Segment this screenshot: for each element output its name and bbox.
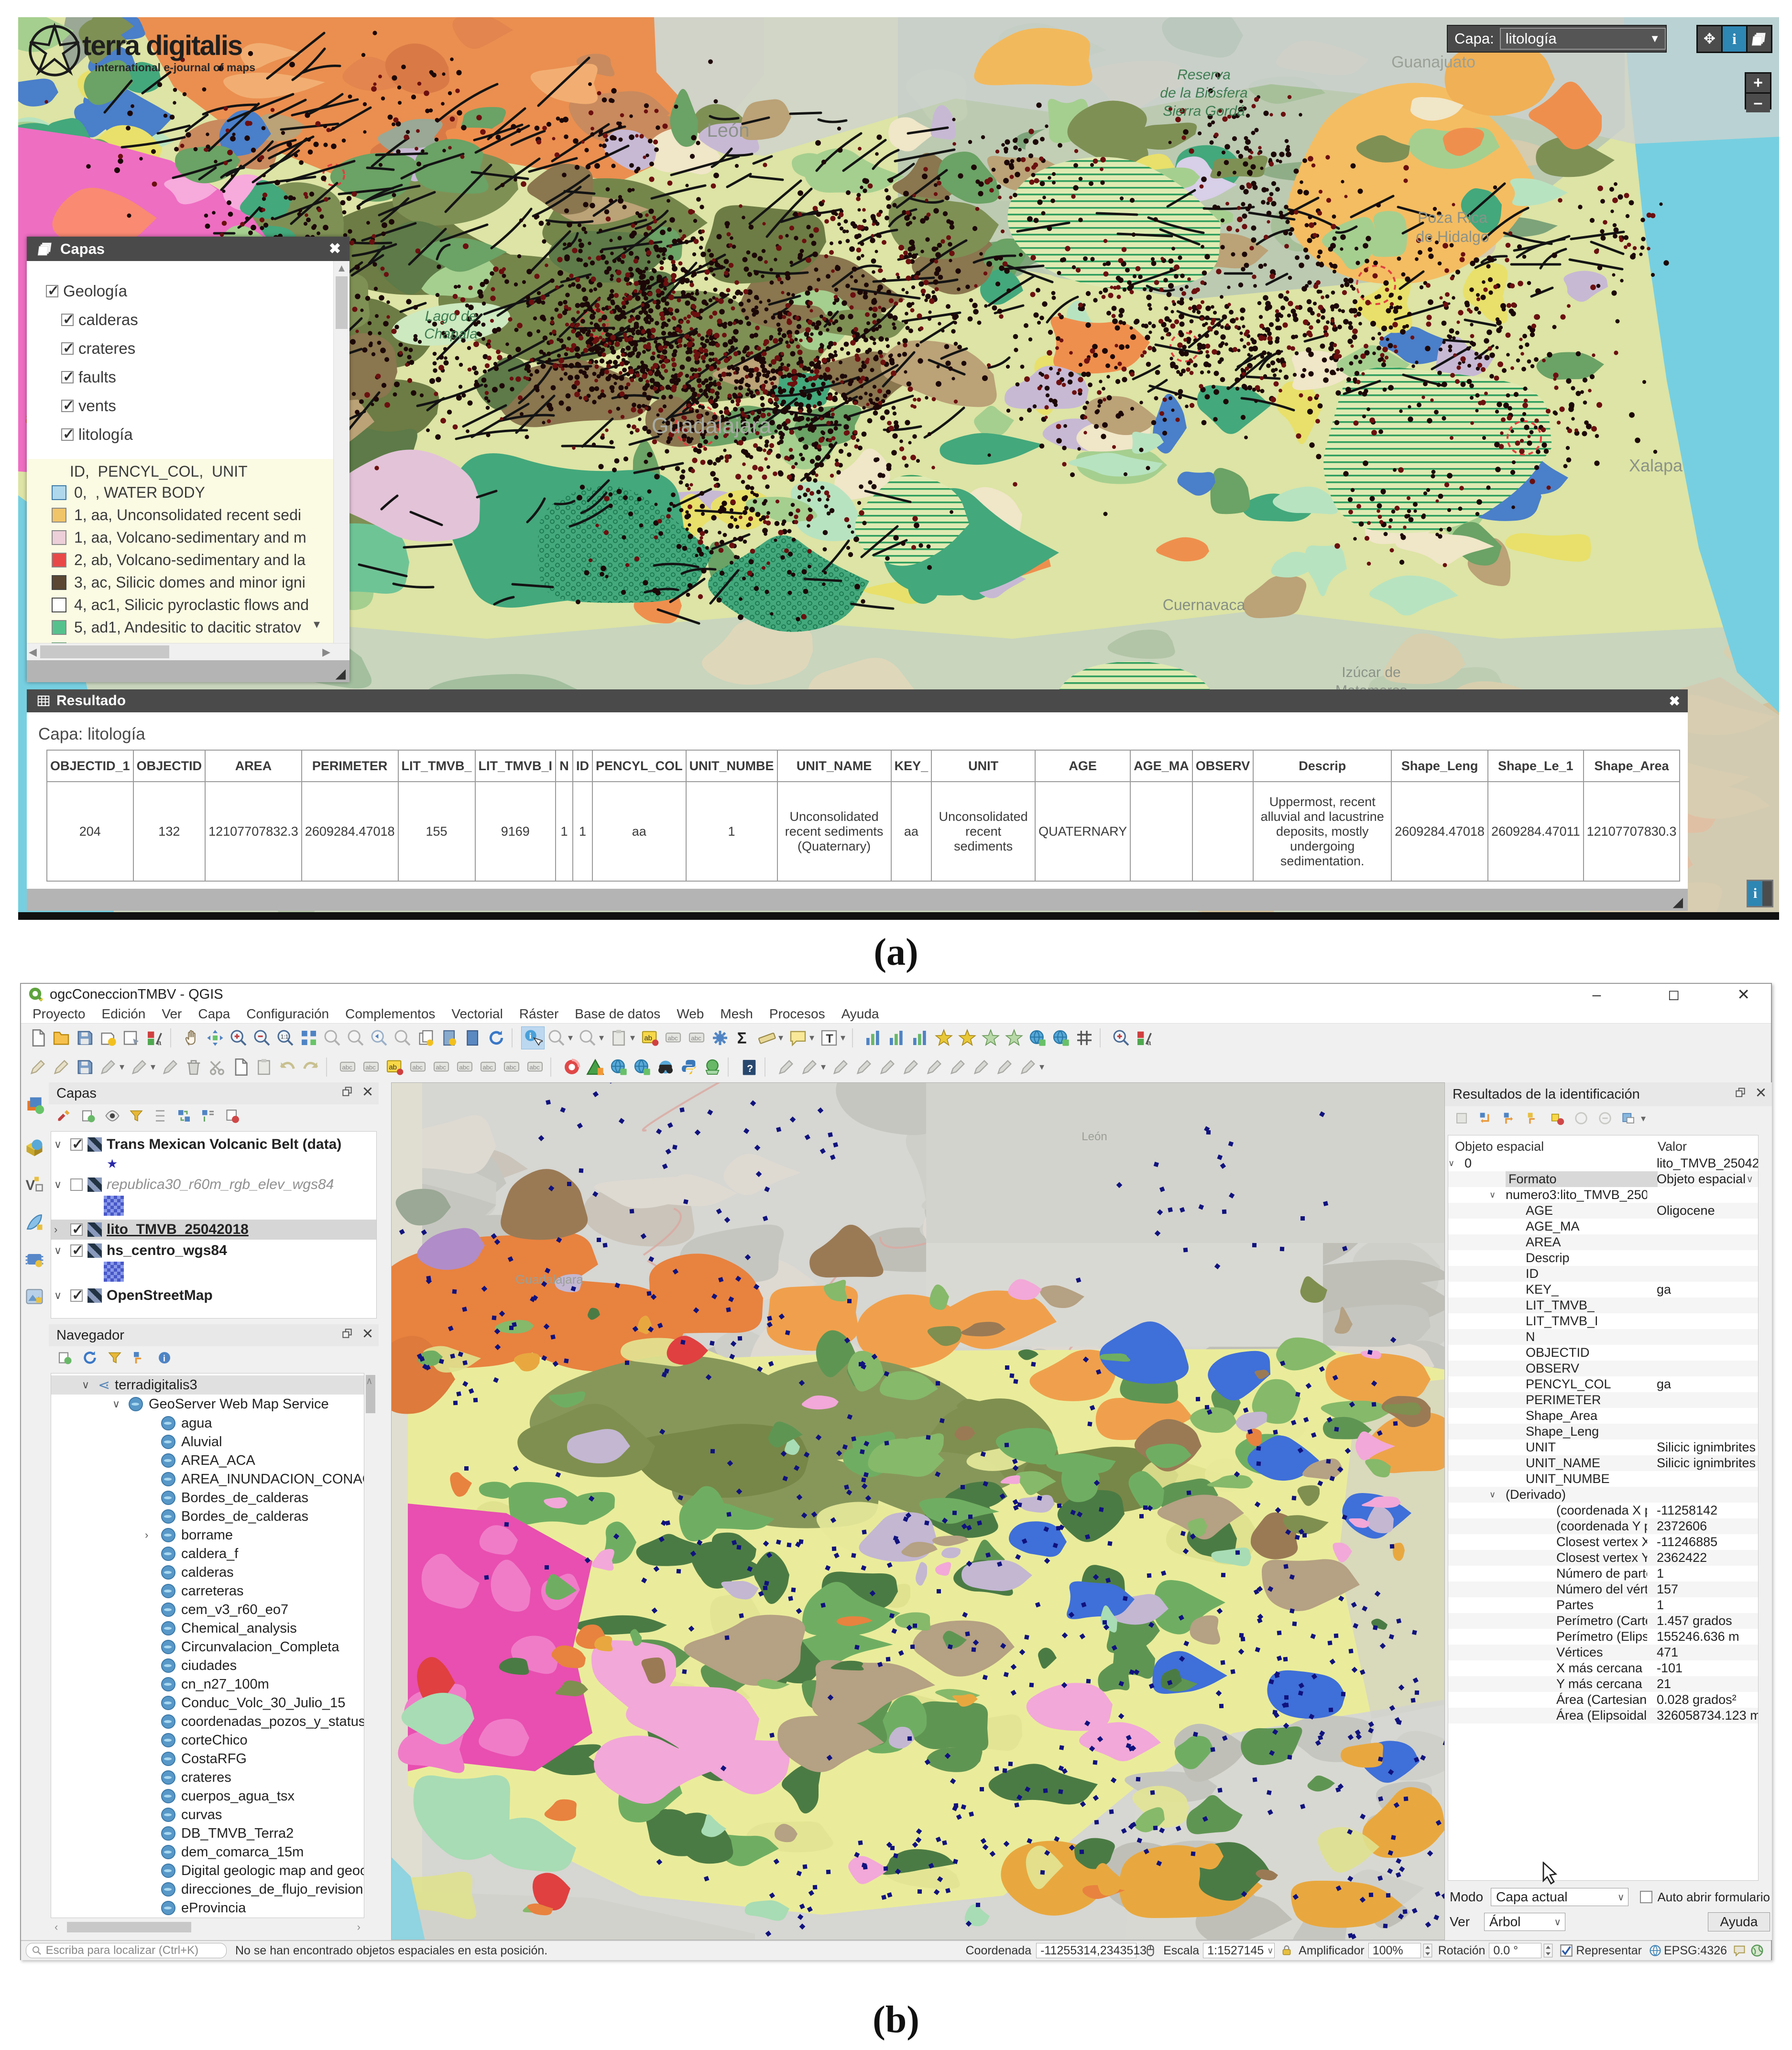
svg-text:Xalapa: Xalapa [1629, 456, 1683, 475]
svg-text:Poza Rica: Poza Rica [1418, 209, 1487, 226]
svg-text:de Hidalgo: de Hidalgo [1416, 228, 1489, 245]
svg-text:a: a [1147, 1039, 1151, 1047]
svg-text:abc: abc [667, 1035, 678, 1042]
svg-text:1:1: 1:1 [281, 1034, 288, 1040]
svg-text:i: i [529, 1031, 531, 1041]
svg-text:T: T [826, 1032, 833, 1046]
svg-text:Guadalajara: Guadalajara [652, 413, 772, 438]
svg-text:León: León [1082, 1130, 1107, 1143]
svg-text:abc: abc [412, 1064, 423, 1071]
svg-text:de la Biósfera: de la Biósfera [1160, 85, 1247, 101]
svg-text:abc: abc [691, 1035, 701, 1042]
svg-text:i: i [163, 1354, 165, 1363]
svg-text:abc: abc [436, 1064, 446, 1071]
svg-text:Sierra Gordá: Sierra Gordá [1163, 103, 1245, 119]
svg-text:?: ? [747, 1062, 753, 1074]
svg-text:Σ: Σ [737, 1030, 746, 1047]
svg-text:abc: abc [482, 1064, 493, 1071]
svg-text:abc: abc [529, 1064, 540, 1071]
svg-text:Izúcar de: Izúcar de [1342, 665, 1400, 680]
svg-text:Chapala: Chapala [424, 326, 478, 342]
svg-text:abc: abc [459, 1064, 470, 1071]
svg-text:a: a [157, 1039, 162, 1047]
svg-text:abc: abc [342, 1064, 352, 1071]
svg-text:ab: ab [389, 1063, 397, 1071]
svg-text:ab: ab [644, 1034, 652, 1042]
svg-text:León: León [707, 120, 750, 141]
svg-text:Cuernavaca: Cuernavaca [1163, 596, 1246, 613]
svg-text:abc: abc [365, 1064, 376, 1071]
svg-text:abc: abc [506, 1064, 516, 1071]
svg-text:V: V [26, 1178, 35, 1193]
svg-text:Reserva: Reserva [1177, 67, 1231, 83]
svg-text:Guadalajara: Guadalajara [515, 1272, 583, 1287]
svg-text:Lago de: Lago de [425, 308, 477, 324]
svg-text:Guanajuato: Guanajuato [1391, 53, 1475, 71]
